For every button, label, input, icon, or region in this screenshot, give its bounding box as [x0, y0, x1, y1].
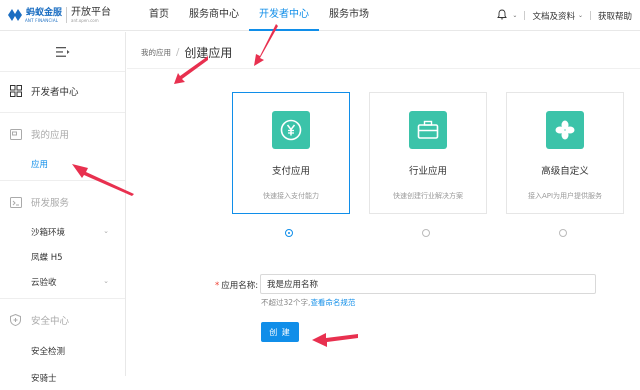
required-asterisk: *	[215, 281, 220, 291]
yen-icon	[272, 111, 310, 149]
main-nav: 首页 服务商中心 开发者中心 服务市场	[139, 0, 379, 31]
sidebar-group-label: 安全中心	[31, 316, 70, 327]
app-name-label: * 应用名称:	[215, 279, 258, 291]
top-right-menu: ⌄ 文档及资料 ⌄ 获取帮助	[497, 0, 632, 31]
card-description: 快速创建行业解决方案	[393, 192, 463, 200]
breadcrumb-parent[interactable]: 我的应用	[141, 47, 171, 58]
ant-logo-icon	[5, 6, 25, 24]
main-content: 我的应用 / 创建应用 支付应用 快速接入支付能力 行业应用 快速创建行业解决方…	[127, 32, 640, 376]
sidebar-item-label: 云验收	[31, 277, 57, 288]
sidebar-item-label: 沙箱环境	[31, 227, 66, 238]
briefcase-icon	[409, 111, 447, 149]
sidebar-group-my-apps[interactable]: 我的应用	[0, 117, 125, 151]
chevron-down-icon: ⌄	[103, 227, 109, 235]
separator	[589, 11, 591, 20]
sidebar-item-security-guard[interactable]: 安骑士	[0, 365, 125, 390]
nav-home[interactable]: 首页	[139, 0, 179, 31]
divider	[0, 180, 125, 181]
radio-payment[interactable]	[285, 229, 293, 237]
naming-rules-link[interactable]: 查看命名规范	[310, 298, 355, 307]
card-description: 接入API为用户提供服务	[527, 192, 603, 200]
sidebar-item-developer-center[interactable]: 开发者中心	[0, 74, 125, 108]
radio-industry[interactable]	[422, 229, 430, 237]
platform-url: ant.open.com	[71, 17, 99, 23]
app-name-input[interactable]	[260, 274, 596, 294]
code-window-icon	[9, 196, 22, 209]
chevron-down-icon: ⌄	[103, 277, 109, 285]
shield-icon	[9, 314, 22, 327]
sidebar-item-label: 开发者中心	[31, 87, 79, 98]
card-title: 支付应用	[271, 166, 310, 177]
top-bar: 蚂蚁金服 ANT FINANCIAL 开放平台 ant.open.com 首页 …	[0, 0, 640, 31]
docs-chevron-icon[interactable]: ⌄	[578, 12, 583, 19]
page-title: 创建应用	[184, 45, 233, 60]
breadcrumb-separator: /	[176, 46, 180, 58]
sidebar-item-cloud-test[interactable]: 云验收 ⌄	[0, 269, 125, 294]
sidebar-group-label: 研发服务	[31, 198, 70, 209]
logo-cn-text: 蚂蚁金服	[26, 7, 63, 18]
divider	[0, 298, 125, 299]
card-title: 行业应用	[408, 166, 447, 177]
menu-fold-icon[interactable]	[55, 42, 70, 61]
create-button[interactable]: 创 建	[261, 322, 299, 342]
divider	[0, 112, 125, 113]
sidebar-item-security-check[interactable]: 安全检测	[0, 337, 125, 365]
app-type-card-payment[interactable]: 支付应用 快速接入支付能力	[232, 92, 350, 214]
app-name-label-text: 应用名称:	[221, 281, 259, 291]
nav-service-market[interactable]: 服务市场	[319, 0, 379, 31]
logo-divider	[66, 7, 68, 23]
app-type-card-industry[interactable]: 行业应用 快速创建行业解决方案	[369, 92, 487, 214]
hint-text: 不超过32个字,	[261, 298, 311, 307]
sidebar-toggle[interactable]	[0, 32, 125, 72]
help-link[interactable]: 获取帮助	[598, 10, 632, 22]
bell-dropdown-chevron-icon[interactable]: ⌄	[512, 12, 517, 19]
sidebar: 开发者中心 我的应用 应用 研发服务 沙箱环境 ⌄ 凤蝶 H5 云验收 ⌄ 安全…	[0, 32, 126, 384]
platform-title: 开放平台	[71, 6, 112, 18]
card-description: 快速接入支付能力	[263, 192, 319, 200]
grid-icon	[9, 85, 22, 98]
header-divider	[127, 68, 640, 69]
sidebar-item-sandbox[interactable]: 沙箱环境 ⌄	[0, 219, 125, 244]
clover-icon	[546, 111, 584, 149]
separator	[524, 11, 526, 20]
breadcrumb: 我的应用 / 创建应用	[141, 42, 232, 62]
logo[interactable]: 蚂蚁金服 ANT FINANCIAL 开放平台 ant.open.com	[5, 4, 111, 26]
card-title: 高级自定义	[541, 166, 589, 177]
radio-custom[interactable]	[559, 229, 567, 237]
bell-icon[interactable]	[497, 9, 508, 23]
sidebar-group-dev-services[interactable]: 研发服务	[0, 185, 125, 219]
app-type-card-custom[interactable]: 高级自定义 接入API为用户提供服务	[506, 92, 624, 214]
app-card-icon	[9, 128, 22, 141]
sidebar-item-fengdie[interactable]: 凤蝶 H5	[0, 244, 125, 269]
logo-en-text: ANT FINANCIAL	[25, 17, 59, 23]
sidebar-group-security[interactable]: 安全中心	[0, 303, 125, 337]
app-name-hint: 不超过32个字,查看命名规范	[261, 297, 355, 308]
nav-developer-center[interactable]: 开发者中心	[249, 0, 319, 31]
nav-provider-center[interactable]: 服务商中心	[179, 0, 249, 31]
sidebar-group-label: 我的应用	[31, 130, 70, 141]
docs-menu[interactable]: 文档及资料	[532, 10, 575, 22]
sidebar-item-apps[interactable]: 应用	[0, 151, 125, 176]
